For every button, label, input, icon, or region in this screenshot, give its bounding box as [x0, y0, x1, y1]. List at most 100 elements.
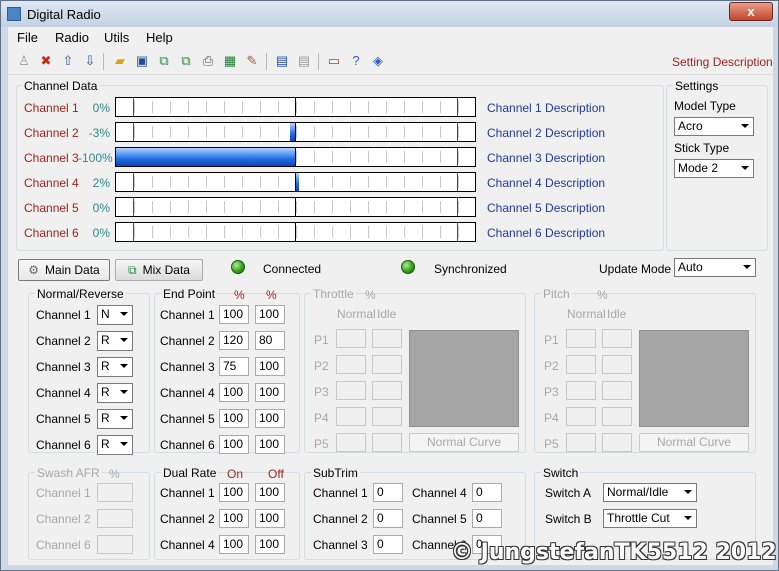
setting-description-link[interactable]: Setting Description	[672, 55, 773, 69]
throttle-normal-input[interactable]	[336, 381, 366, 400]
film-icon[interactable]: ▤	[274, 53, 290, 69]
pitch-normal-input[interactable]	[566, 381, 596, 400]
menu-file[interactable]: File	[17, 30, 38, 45]
bar-tick	[224, 201, 225, 213]
bar-tick	[242, 226, 243, 238]
menu-utils[interactable]: Utils	[104, 30, 129, 45]
ep-high-input[interactable]: 100	[255, 357, 285, 376]
subtrim-input[interactable]: 0	[472, 483, 502, 502]
switch-a-select[interactable]: Normal/Idle	[603, 483, 697, 502]
save-icon[interactable]: ▣	[134, 53, 150, 69]
dr-off-input[interactable]: 100	[255, 483, 285, 502]
ep-low-input[interactable]: 75	[219, 357, 249, 376]
menu-help[interactable]: Help	[146, 30, 173, 45]
settings-label: Settings	[673, 79, 721, 93]
chevron-down-icon	[120, 442, 128, 446]
paste-icon[interactable]: ⧉	[178, 53, 194, 69]
swash-input[interactable]	[97, 509, 133, 528]
throttle-idle-input[interactable]	[372, 355, 402, 374]
pitch-normal-input[interactable]	[566, 329, 596, 348]
throttle-idle-input[interactable]	[372, 433, 402, 452]
dr-on-input[interactable]: 100	[219, 509, 249, 528]
throttle-normal-input[interactable]	[336, 355, 366, 374]
ep-high-input[interactable]: 80	[255, 331, 285, 350]
ep-channel-label: Channel 1	[160, 308, 215, 322]
tab-mix-data[interactable]: ⧉ Mix Data	[115, 259, 203, 281]
bar-tick	[350, 201, 351, 213]
switch-b-select[interactable]: Throttle Cut	[603, 509, 697, 528]
ep-high-input[interactable]: 100	[255, 305, 285, 324]
nr-select[interactable]: R	[97, 331, 133, 351]
open-folder-icon[interactable]: ▰	[112, 53, 128, 69]
throttle-normal-input[interactable]	[336, 329, 366, 348]
pitch-normal-input[interactable]	[566, 433, 596, 452]
ep-high-input[interactable]: 100	[255, 383, 285, 402]
upload-icon[interactable]: ⇧	[60, 53, 76, 69]
pitch-normal-input[interactable]	[566, 407, 596, 426]
print-icon[interactable]: ⎙	[200, 53, 216, 69]
pitch-idle-input[interactable]	[602, 407, 632, 426]
download-icon[interactable]: ⇩	[82, 53, 98, 69]
throttle-normal-curve-button[interactable]: Normal Curve	[409, 433, 519, 452]
ep-channel-label: Channel 3	[160, 360, 215, 374]
excel-export-icon[interactable]: ▦	[222, 53, 238, 69]
throttle-normal-input[interactable]	[336, 433, 366, 452]
nr-select[interactable]: R	[97, 409, 133, 429]
bar-tick	[440, 201, 441, 213]
menu-bar: File Radio Utils Help	[8, 27, 773, 49]
ep-high-input[interactable]: 100	[255, 435, 285, 454]
nr-select[interactable]: R	[97, 383, 133, 403]
channel-percent: 0%	[92, 101, 110, 115]
dr-off-input[interactable]: 100	[255, 509, 285, 528]
throttle-idle-input[interactable]	[372, 329, 402, 348]
edit-icon[interactable]: ✎	[244, 53, 260, 69]
ep-low-input[interactable]: 100	[219, 305, 249, 324]
pitch-normal-input[interactable]	[566, 355, 596, 374]
connected-label: Connected	[263, 262, 322, 276]
copy-icon[interactable]: ⧉	[156, 53, 172, 69]
ep-low-input[interactable]: 120	[219, 331, 249, 350]
bar-tick	[260, 226, 261, 238]
nr-select[interactable]: R	[97, 435, 133, 455]
ep-low-input[interactable]: 100	[219, 383, 249, 402]
ep-low-input[interactable]: 100	[219, 409, 249, 428]
pitch-idle-input[interactable]	[602, 329, 632, 348]
pitch-idle-input[interactable]	[602, 433, 632, 452]
close-button[interactable]: x	[729, 2, 773, 21]
nr-select[interactable]: R	[97, 357, 133, 377]
disconnect-icon[interactable]: ✖	[38, 53, 54, 69]
toolbox-icon[interactable]: ▭	[326, 53, 342, 69]
ep-low-input[interactable]: 100	[219, 435, 249, 454]
nr-select[interactable]: N	[97, 305, 133, 325]
joystick-icon[interactable]: ♙	[16, 53, 32, 69]
swash-input[interactable]	[97, 483, 133, 502]
subtrim-input[interactable]: 0	[373, 535, 403, 554]
dr-on-input[interactable]: 100	[219, 535, 249, 554]
throttle-idle-input[interactable]	[372, 407, 402, 426]
dr-off-input[interactable]: 100	[255, 535, 285, 554]
throttle-normal-input[interactable]	[336, 407, 366, 426]
info-icon[interactable]: ◈	[370, 53, 386, 69]
swash-input[interactable]	[97, 535, 133, 554]
pitch-idle-input[interactable]	[602, 381, 632, 400]
subtrim-input[interactable]: 0	[373, 509, 403, 528]
throttle-idle-input[interactable]	[372, 381, 402, 400]
title-bar[interactable]: Digital Radio x	[1, 1, 778, 27]
subtrim-input[interactable]: 0	[472, 509, 502, 528]
model-type-select[interactable]: Acro	[674, 117, 754, 136]
swash-afr-unit: %	[109, 467, 120, 481]
subtrim-input[interactable]: 0	[373, 483, 403, 502]
tab-main-data[interactable]: ⚙ Main Data	[18, 259, 110, 281]
throttle-unit: %	[365, 288, 376, 302]
menu-radio[interactable]: Radio	[55, 30, 89, 45]
help-icon[interactable]: ?	[348, 53, 364, 69]
client-area: File Radio Utils Help ♙ ✖ ⇧ ⇩ ▰ ▣ ⧉ ⧉ ⎙ …	[8, 27, 773, 565]
dr-on-input[interactable]: 100	[219, 483, 249, 502]
stick-type-select[interactable]: Mode 2	[674, 159, 754, 178]
bar-tick	[170, 176, 171, 188]
bar-tick	[404, 176, 405, 188]
ep-high-input[interactable]: 100	[255, 409, 285, 428]
update-mode-select[interactable]: Auto	[674, 258, 756, 277]
pitch-normal-curve-button[interactable]: Normal Curve	[639, 433, 749, 452]
pitch-idle-input[interactable]	[602, 355, 632, 374]
